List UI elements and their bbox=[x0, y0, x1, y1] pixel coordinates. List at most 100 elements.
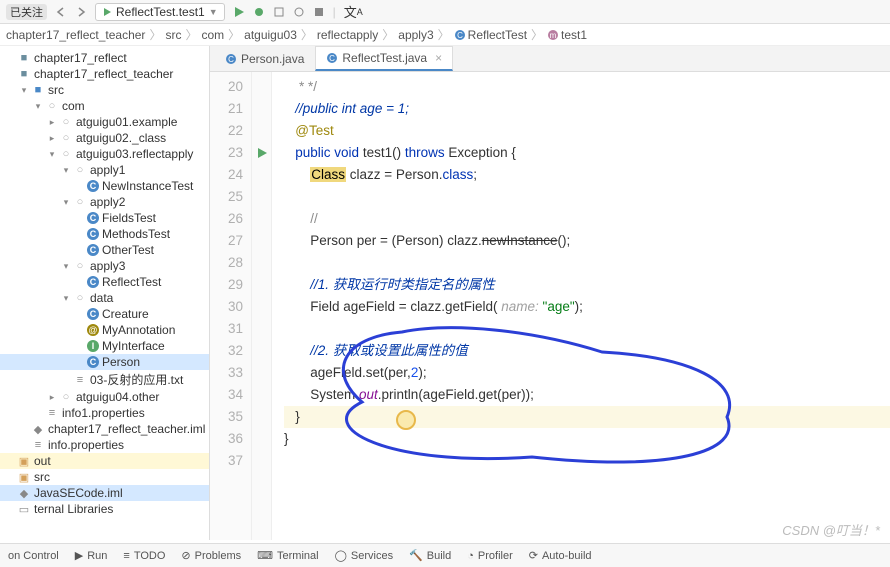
tree-node-ternal-libraries[interactable]: ▭ternal Libraries bbox=[0, 501, 209, 517]
tree-node-atguigu02-_class[interactable]: ▸○atguigu02._class bbox=[0, 130, 209, 146]
back-button[interactable] bbox=[55, 6, 67, 18]
tool-autobuild[interactable]: ⟳ Auto-build bbox=[529, 549, 592, 562]
tab-person[interactable]: C Person.java bbox=[214, 47, 315, 71]
breadcrumb-item[interactable]: test1 bbox=[561, 28, 587, 42]
code-line-25[interactable] bbox=[284, 186, 890, 208]
tree-node-apply1[interactable]: ▾○apply1 bbox=[0, 162, 209, 178]
tool-todo[interactable]: ≡ TODO bbox=[123, 550, 165, 562]
project-tree[interactable]: ■chapter17_reflect■chapter17_reflect_tea… bbox=[0, 46, 210, 540]
breadcrumb-item[interactable]: chapter17_reflect_teacher bbox=[6, 28, 145, 42]
profile-button[interactable] bbox=[293, 6, 305, 18]
tab-label: Person.java bbox=[241, 52, 304, 66]
main-toolbar: 已关注 ReflectTest.test1 ▼ | 文A bbox=[0, 0, 890, 24]
run-button[interactable] bbox=[233, 6, 245, 18]
tree-node-info1-properties[interactable]: ≡info1.properties bbox=[0, 405, 209, 421]
tree-node-chapter17_reflect_teacher[interactable]: ■chapter17_reflect_teacher bbox=[0, 66, 209, 82]
breadcrumb-item[interactable]: reflectapply bbox=[317, 28, 378, 42]
breadcrumb: chapter17_reflect_teacher〉 src〉 com〉 atg… bbox=[0, 24, 890, 46]
tree-node-creature[interactable]: CCreature bbox=[0, 306, 209, 322]
breadcrumb-item[interactable]: ReflectTest bbox=[468, 28, 527, 42]
tree-node-chapter17_reflect[interactable]: ■chapter17_reflect bbox=[0, 50, 209, 66]
method-icon: m bbox=[547, 29, 559, 41]
editor-tabs: C Person.java C ReflectTest.java × bbox=[210, 46, 890, 72]
tab-label: ReflectTest.java bbox=[342, 51, 427, 65]
code-line-37[interactable] bbox=[284, 450, 890, 472]
tree-node-src[interactable]: ▣src bbox=[0, 469, 209, 485]
tool-profiler[interactable]: ◔ Profiler bbox=[467, 550, 513, 562]
tool-build[interactable]: 🔨 Build bbox=[409, 549, 451, 562]
gutter-marks bbox=[252, 72, 272, 540]
code-line-35[interactable]: } bbox=[284, 406, 890, 428]
tree-node-myannotation[interactable]: @MyAnnotation bbox=[0, 322, 209, 338]
tree-node-com[interactable]: ▾○com bbox=[0, 98, 209, 114]
coverage-button[interactable] bbox=[273, 6, 285, 18]
code-body[interactable]: * */ //public int age = 1; @Test public … bbox=[272, 72, 890, 540]
tree-node-03-txt[interactable]: ≡03-反射的应用.txt bbox=[0, 370, 209, 389]
tool-services[interactable]: ◯ Services bbox=[335, 549, 394, 562]
svg-text:C: C bbox=[329, 54, 335, 63]
tree-node-myinterface[interactable]: IMyInterface bbox=[0, 338, 209, 354]
code-line-22[interactable]: @Test bbox=[284, 120, 890, 142]
breadcrumb-item[interactable]: com bbox=[201, 28, 224, 42]
code-line-24[interactable]: Class clazz = Person.class; bbox=[284, 164, 890, 186]
tool-window-bar: on Control ▶ Run ≡ TODO ⊘ Problems ⌨ Ter… bbox=[0, 543, 890, 567]
tool-run[interactable]: ▶ Run bbox=[75, 549, 108, 562]
class-icon: C bbox=[326, 52, 338, 64]
tool-vcs[interactable]: on Control bbox=[8, 550, 59, 562]
tool-terminal[interactable]: ⌨ Terminal bbox=[257, 549, 318, 562]
tree-node-data[interactable]: ▾○data bbox=[0, 290, 209, 306]
tree-node-atguigu01-example[interactable]: ▸○atguigu01.example bbox=[0, 114, 209, 130]
chevron-down-icon: ▼ bbox=[209, 7, 218, 17]
tree-node-info-properties[interactable]: ≡info.properties bbox=[0, 437, 209, 453]
code-line-29[interactable]: //1. 获取运行时类指定名的属性 bbox=[284, 274, 890, 296]
tree-node-methodstest[interactable]: CMethodsTest bbox=[0, 226, 209, 242]
tree-node-othertest[interactable]: COtherTest bbox=[0, 242, 209, 258]
code-line-32[interactable]: //2. 获取或设置此属性的值 bbox=[284, 340, 890, 362]
code-line-33[interactable]: ageField.set(per,2); bbox=[284, 362, 890, 384]
debug-button[interactable] bbox=[253, 6, 265, 18]
tool-problems[interactable]: ⊘ Problems bbox=[181, 549, 241, 562]
editor-area: C Person.java C ReflectTest.java × 20212… bbox=[210, 46, 890, 540]
run-icon bbox=[102, 7, 112, 17]
forward-button[interactable] bbox=[75, 6, 87, 18]
svg-text:m: m bbox=[550, 31, 557, 40]
tree-node-apply3[interactable]: ▾○apply3 bbox=[0, 258, 209, 274]
breadcrumb-item[interactable]: src bbox=[165, 28, 181, 42]
line-gutter: 202122232425262728293031323334353637 bbox=[210, 72, 252, 540]
tree-node-person[interactable]: CPerson bbox=[0, 354, 209, 370]
close-icon[interactable]: × bbox=[435, 51, 442, 65]
code-line-28[interactable] bbox=[284, 252, 890, 274]
stop-button[interactable] bbox=[313, 6, 325, 18]
svg-text:C: C bbox=[228, 55, 234, 64]
code-line-26[interactable]: // bbox=[284, 208, 890, 230]
code-line-36[interactable]: } bbox=[284, 428, 890, 450]
tree-node-out[interactable]: ▣out bbox=[0, 453, 209, 469]
code-line-34[interactable]: System.out.println(ageField.get(per)); bbox=[284, 384, 890, 406]
breadcrumb-item[interactable]: apply3 bbox=[398, 28, 433, 42]
tree-node-javasecode-iml[interactable]: ◆JavaSECode.iml bbox=[0, 485, 209, 501]
tab-reflecttest[interactable]: C ReflectTest.java × bbox=[315, 46, 453, 71]
translate-button[interactable]: 文A bbox=[344, 2, 363, 21]
run-config-select[interactable]: ReflectTest.test1 ▼ bbox=[95, 3, 225, 21]
code-line-21[interactable]: //public int age = 1; bbox=[284, 98, 890, 120]
tree-node-reflecttest[interactable]: CReflectTest bbox=[0, 274, 209, 290]
svg-text:C: C bbox=[457, 31, 463, 40]
tree-node-newinstancetest[interactable]: CNewInstanceTest bbox=[0, 178, 209, 194]
code-editor[interactable]: 202122232425262728293031323334353637 * *… bbox=[210, 72, 890, 540]
class-icon: C bbox=[225, 53, 237, 65]
code-line-31[interactable] bbox=[284, 318, 890, 340]
code-line-20[interactable]: * */ bbox=[284, 76, 890, 98]
class-icon: C bbox=[454, 29, 466, 41]
tree-node-atguigu04-other[interactable]: ▸○atguigu04.other bbox=[0, 389, 209, 405]
tree-node-chapter17_reflect_teacher-iml[interactable]: ◆chapter17_reflect_teacher.iml bbox=[0, 421, 209, 437]
code-line-23[interactable]: public void test1() throws Exception { bbox=[284, 142, 890, 164]
run-config-label: ReflectTest.test1 bbox=[116, 5, 205, 19]
code-line-27[interactable]: Person per = (Person) clazz.newInstance(… bbox=[284, 230, 890, 252]
breadcrumb-item[interactable]: atguigu03 bbox=[244, 28, 297, 42]
tree-node-apply2[interactable]: ▾○apply2 bbox=[0, 194, 209, 210]
watermark: CSDN @叮当！* bbox=[782, 520, 880, 539]
tree-node-fieldstest[interactable]: CFieldsTest bbox=[0, 210, 209, 226]
code-line-30[interactable]: Field ageField = clazz.getField( name: "… bbox=[284, 296, 890, 318]
tree-node-src[interactable]: ▾■src bbox=[0, 82, 209, 98]
tree-node-atguigu03-reflectapply[interactable]: ▾○atguigu03.reflectapply bbox=[0, 146, 209, 162]
